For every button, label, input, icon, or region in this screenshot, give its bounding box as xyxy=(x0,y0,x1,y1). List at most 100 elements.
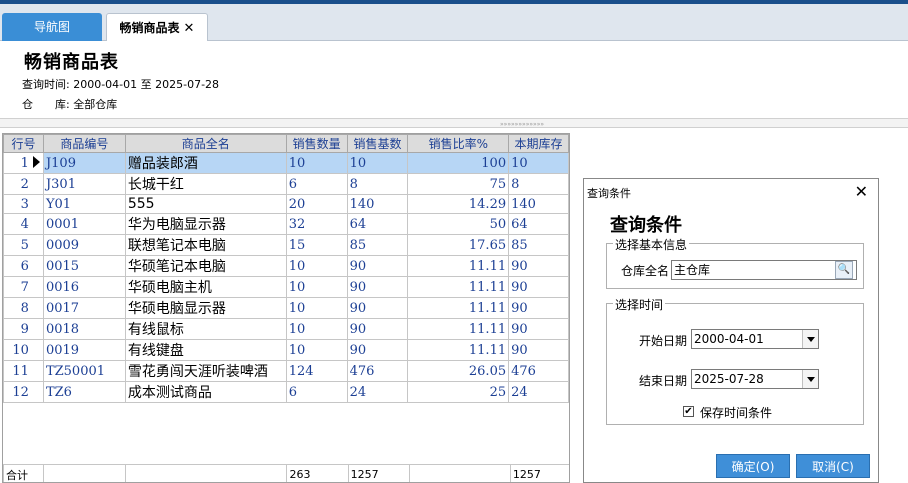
cell-row-number: 11 xyxy=(3,360,44,382)
start-date-select[interactable]: 2000-04-01 xyxy=(691,329,819,349)
query-time-text: 查询时间: 2000-04-01 至 2025-07-28 xyxy=(22,78,220,91)
chevron-down-icon[interactable] xyxy=(802,330,818,348)
header-sales-ratio[interactable]: 销售比率% xyxy=(407,134,510,153)
splitter[interactable]: »»»»»»»»»»»» xyxy=(0,118,908,128)
end-date-label: 结束日期 xyxy=(639,374,688,388)
cell-sales-ratio: 11.11 xyxy=(407,297,510,319)
cell-product-code: 0017 xyxy=(42,297,126,319)
cell-product-code: J109 xyxy=(42,152,126,174)
table-row[interactable]: 1 J109 赠品装郎酒 10 10 100 10 xyxy=(3,152,569,174)
header-product-code[interactable]: 商品编号 xyxy=(42,134,126,153)
cell-stock: 90 xyxy=(508,255,569,277)
cell-sales-qty: 10 xyxy=(285,297,348,319)
cell-sales-ratio: 11.11 xyxy=(407,255,510,277)
total-label: 合计 xyxy=(3,464,45,482)
cell-row-number: 8 xyxy=(3,297,44,319)
table-row[interactable]: 10 0019 有线键盘 10 90 11.11 90 xyxy=(3,339,569,361)
splitter-grip-icon: »»»»»»»»»»»» xyxy=(500,121,545,128)
cell-sales-base: 90 xyxy=(346,276,409,298)
tab-bestseller-report[interactable]: 畅销商品表 ✕ xyxy=(106,13,208,41)
cell-row-number: 9 xyxy=(3,318,44,340)
cell-sales-qty: 20 xyxy=(285,194,348,214)
cell-stock: 90 xyxy=(508,276,569,298)
cell-sales-ratio: 17.65 xyxy=(407,234,510,256)
cell-row-number: 4 xyxy=(3,213,44,235)
grid-header-row: 行号 商品编号 商品全名 销售数量 销售基数 销售比率% 本期库存 xyxy=(3,134,569,153)
cell-sales-ratio: 26.05 xyxy=(407,360,510,382)
header-product-name[interactable]: 商品全名 xyxy=(124,134,287,153)
cell-sales-base: 85 xyxy=(346,234,409,256)
tab-navigation[interactable]: 导航图 xyxy=(2,13,102,41)
cell-sales-base: 90 xyxy=(346,318,409,340)
cell-sales-base: 90 xyxy=(346,297,409,319)
cancel-button[interactable]: 取消(C) xyxy=(796,454,870,478)
table-row[interactable]: 5 0009 联想笔记本电脑 15 85 17.65 85 xyxy=(3,234,569,256)
cell-stock: 90 xyxy=(508,339,569,361)
cell-product-name: 华为电脑显示器 xyxy=(124,213,287,235)
cell-sales-ratio: 11.11 xyxy=(407,276,510,298)
close-icon[interactable]: ✕ xyxy=(184,21,195,36)
header-row-number[interactable]: 行号 xyxy=(3,134,44,153)
chevron-down-icon[interactable] xyxy=(802,370,818,388)
cell-sales-base: 476 xyxy=(346,360,409,382)
cell-product-name: 长城干红 xyxy=(124,173,287,195)
save-time-checkbox[interactable]: ✔ xyxy=(683,406,694,417)
cell-row-number: 10 xyxy=(3,339,44,361)
close-icon[interactable]: ✕ xyxy=(855,182,868,201)
table-row[interactable]: 4 0001 华为电脑显示器 32 64 50 64 xyxy=(3,213,569,235)
header-stock[interactable]: 本期库存 xyxy=(508,134,569,153)
cell-stock: 24 xyxy=(508,381,569,403)
table-row[interactable]: 9 0018 有线鼠标 10 90 11.11 90 xyxy=(3,318,569,340)
cell-product-code: TZ50001 xyxy=(42,360,126,382)
cell-stock: 90 xyxy=(508,318,569,340)
table-row[interactable]: 11 TZ50001 雪花勇闯天涯听装啤酒 124 476 26.05 476 xyxy=(3,360,569,382)
start-date-value: 2000-04-01 xyxy=(694,332,764,346)
cell-sales-ratio: 100 xyxy=(407,152,510,174)
total-empty-cell xyxy=(125,464,288,482)
cell-row-number: 12 xyxy=(3,381,44,403)
cell-stock: 64 xyxy=(508,213,569,235)
cell-row-number: 1 xyxy=(3,152,44,174)
end-date-select[interactable]: 2025-07-28 xyxy=(691,369,819,389)
cell-sales-ratio: 25 xyxy=(407,381,510,403)
table-row[interactable]: 8 0017 华硕电脑显示器 10 90 11.11 90 xyxy=(3,297,569,319)
table-row[interactable]: 2 J301 长城干红 6 8 75 8 xyxy=(3,173,569,195)
cell-sales-qty: 10 xyxy=(285,318,348,340)
basic-info-group: 选择基本信息 仓库全名 主仓库 🔍 xyxy=(606,236,864,289)
table-row[interactable]: 12 TZ6 成本测试商品 6 24 25 24 xyxy=(3,381,569,403)
warehouse-text: 仓 库: 全部仓库 xyxy=(22,98,118,111)
grid-table: 行号 商品编号 商品全名 销售数量 销售基数 销售比率% 本期库存 1 J109 赠… xyxy=(3,134,569,403)
total-empty-cell xyxy=(43,464,127,482)
cell-row-number: 7 xyxy=(3,276,44,298)
cell-sales-qty: 6 xyxy=(285,381,348,403)
tab-bestseller-label: 畅销商品表 xyxy=(119,21,180,35)
header-sales-qty[interactable]: 销售数量 xyxy=(285,134,348,153)
cell-product-name: 赠品装郎酒 xyxy=(124,152,287,174)
cell-product-name: 华硕电脑主机 xyxy=(124,276,287,298)
cell-product-code: TZ6 xyxy=(42,381,126,403)
page-title: 畅销商品表 xyxy=(24,52,119,73)
cell-product-code: 0009 xyxy=(42,234,126,256)
cell-sales-ratio: 11.11 xyxy=(407,318,510,340)
total-stock: 1257 xyxy=(509,464,569,482)
cell-stock: 90 xyxy=(508,297,569,319)
dialog-heading: 查询条件 xyxy=(610,215,682,236)
ok-button[interactable]: 确定(O) xyxy=(716,454,790,478)
cell-product-code: 0015 xyxy=(42,255,126,277)
cell-stock: 140 xyxy=(508,194,569,214)
search-icon[interactable]: 🔍 xyxy=(835,261,853,279)
table-row[interactable]: 3 Y01 555 20 140 14.29 140 xyxy=(3,194,569,214)
warehouse-field[interactable]: 主仓库 xyxy=(671,260,857,280)
data-grid[interactable]: 行号 商品编号 商品全名 销售数量 销售基数 销售比率% 本期库存 1 J109 赠… xyxy=(2,133,570,483)
cell-sales-ratio: 11.11 xyxy=(407,339,510,361)
time-group: 选择时间 开始日期 2000-04-01 结束日期 2025-07-28 ✔ 保… xyxy=(606,296,864,425)
cell-sales-base: 8 xyxy=(346,173,409,195)
cell-sales-qty: 10 xyxy=(285,339,348,361)
cell-stock: 476 xyxy=(508,360,569,382)
table-row[interactable]: 6 0015 华硕笔记本电脑 10 90 11.11 90 xyxy=(3,255,569,277)
cell-product-name: 联想笔记本电脑 xyxy=(124,234,287,256)
table-row[interactable]: 7 0016 华硕电脑主机 10 90 11.11 90 xyxy=(3,276,569,298)
cell-sales-ratio: 75 xyxy=(407,173,510,195)
cell-stock: 8 xyxy=(508,173,569,195)
header-sales-base[interactable]: 销售基数 xyxy=(346,134,409,153)
